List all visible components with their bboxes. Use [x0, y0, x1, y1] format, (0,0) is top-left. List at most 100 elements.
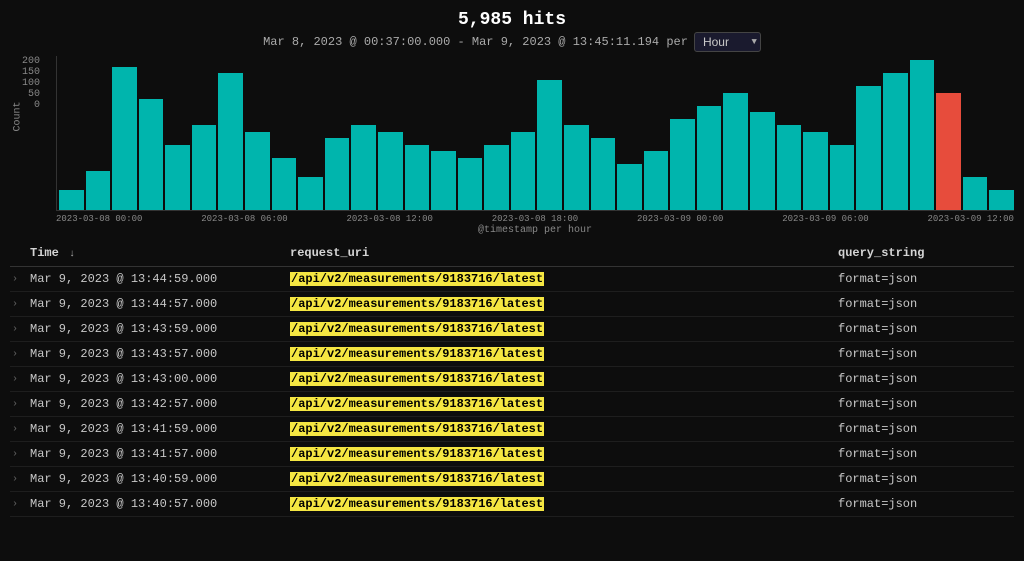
row-time: Mar 9, 2023 @ 13:42:57.000	[26, 395, 286, 413]
date-range-text: Mar 8, 2023 @ 00:37:00.000 - Mar 9, 2023…	[263, 35, 688, 49]
th-request-uri: request_uri	[286, 244, 834, 262]
table-row[interactable]: ›Mar 9, 2023 @ 13:40:59.000/api/v2/measu…	[10, 467, 1014, 492]
bar-1[interactable]	[86, 171, 111, 210]
table-body: ›Mar 9, 2023 @ 13:44:59.000/api/v2/measu…	[10, 267, 1014, 517]
bar-10[interactable]	[325, 138, 350, 210]
bar-30[interactable]	[856, 86, 881, 210]
row-uri: /api/v2/measurements/9183716/latest	[286, 445, 834, 463]
row-expand-icon[interactable]: ›	[10, 395, 26, 413]
bar-25[interactable]	[723, 93, 748, 210]
bar-35[interactable]	[989, 190, 1014, 210]
bar-12[interactable]	[378, 132, 403, 210]
bar-31[interactable]	[883, 73, 908, 210]
bar-33[interactable]	[936, 93, 961, 210]
y-label-150: 150	[22, 67, 40, 78]
bar-17[interactable]	[511, 132, 536, 210]
row-time: Mar 9, 2023 @ 13:41:57.000	[26, 445, 286, 463]
row-expand-icon[interactable]: ›	[10, 295, 26, 313]
bar-6[interactable]	[218, 73, 243, 210]
bar-15[interactable]	[458, 158, 483, 210]
bar-18[interactable]	[537, 80, 562, 210]
interval-select-wrapper[interactable]: Minute Hour Day Week Month	[694, 32, 761, 52]
bar-34[interactable]	[963, 177, 988, 210]
row-expand-icon[interactable]: ›	[10, 495, 26, 513]
row-expand-icon[interactable]: ›	[10, 320, 26, 338]
row-time: Mar 9, 2023 @ 13:40:59.000	[26, 470, 286, 488]
bar-3[interactable]	[139, 99, 164, 210]
y-label-0: 0	[34, 100, 40, 111]
row-expand-icon[interactable]: ›	[10, 420, 26, 438]
x-label-4: 2023-03-09 00:00	[637, 214, 723, 224]
row-query: format=json	[834, 320, 1014, 338]
uri-highlight: /api/v2/measurements/9183716/latest	[290, 397, 544, 411]
y-label-50: 50	[28, 89, 40, 100]
row-time: Mar 9, 2023 @ 13:41:59.000	[26, 420, 286, 438]
chart-inner: 2023-03-08 00:00 2023-03-08 06:00 2023-0…	[56, 56, 1014, 236]
bar-5[interactable]	[192, 125, 217, 210]
table-row[interactable]: ›Mar 9, 2023 @ 13:44:57.000/api/v2/measu…	[10, 292, 1014, 317]
x-label-1: 2023-03-08 06:00	[201, 214, 287, 224]
row-expand-icon[interactable]: ›	[10, 470, 26, 488]
row-time: Mar 9, 2023 @ 13:43:59.000	[26, 320, 286, 338]
bar-28[interactable]	[803, 132, 828, 210]
bar-14[interactable]	[431, 151, 456, 210]
row-query: format=json	[834, 445, 1014, 463]
bar-16[interactable]	[484, 145, 509, 210]
hits-count: 5,985 hits	[0, 10, 1024, 30]
header-section: 5,985 hits Mar 8, 2023 @ 00:37:00.000 - …	[0, 0, 1024, 56]
row-expand-icon[interactable]: ›	[10, 345, 26, 363]
row-query: format=json	[834, 420, 1014, 438]
row-uri: /api/v2/measurements/9183716/latest	[286, 495, 834, 513]
bar-11[interactable]	[351, 125, 376, 210]
bar-22[interactable]	[644, 151, 669, 210]
table-row[interactable]: ›Mar 9, 2023 @ 13:41:59.000/api/v2/measu…	[10, 417, 1014, 442]
bar-8[interactable]	[272, 158, 297, 210]
row-uri: /api/v2/measurements/9183716/latest	[286, 295, 834, 313]
row-uri: /api/v2/measurements/9183716/latest	[286, 270, 834, 288]
table-row[interactable]: ›Mar 9, 2023 @ 13:41:57.000/api/v2/measu…	[10, 442, 1014, 467]
uri-highlight: /api/v2/measurements/9183716/latest	[290, 297, 544, 311]
table-row[interactable]: ›Mar 9, 2023 @ 13:42:57.000/api/v2/measu…	[10, 392, 1014, 417]
bar-23[interactable]	[670, 119, 695, 210]
bar-9[interactable]	[298, 177, 323, 210]
row-expand-icon[interactable]: ›	[10, 445, 26, 463]
bars-container[interactable]	[56, 56, 1014, 211]
bar-29[interactable]	[830, 145, 855, 210]
row-query: format=json	[834, 395, 1014, 413]
table-row[interactable]: ›Mar 9, 2023 @ 13:40:57.000/api/v2/measu…	[10, 492, 1014, 517]
table-header: Time ↓ request_uri query_string	[10, 240, 1014, 267]
table-row[interactable]: ›Mar 9, 2023 @ 13:43:57.000/api/v2/measu…	[10, 342, 1014, 367]
bar-13[interactable]	[405, 145, 430, 210]
uri-highlight: /api/v2/measurements/9183716/latest	[290, 372, 544, 386]
th-query-string: query_string	[834, 244, 1014, 262]
bar-7[interactable]	[245, 132, 270, 210]
uri-highlight: /api/v2/measurements/9183716/latest	[290, 322, 544, 336]
bar-24[interactable]	[697, 106, 722, 210]
x-label-0: 2023-03-08 00:00	[56, 214, 142, 224]
bar-21[interactable]	[617, 164, 642, 210]
row-query: format=json	[834, 495, 1014, 513]
row-query: format=json	[834, 470, 1014, 488]
row-expand-icon[interactable]: ›	[10, 370, 26, 388]
th-time[interactable]: Time ↓	[26, 244, 286, 262]
bar-20[interactable]	[591, 138, 616, 210]
x-label-2: 2023-03-08 12:00	[347, 214, 433, 224]
interval-select[interactable]: Minute Hour Day Week Month	[694, 32, 761, 52]
bar-4[interactable]	[165, 145, 190, 210]
x-label-5: 2023-03-09 06:00	[782, 214, 868, 224]
bar-0[interactable]	[59, 190, 84, 210]
x-label-3: 2023-03-08 18:00	[492, 214, 578, 224]
table-row[interactable]: ›Mar 9, 2023 @ 13:44:59.000/api/v2/measu…	[10, 267, 1014, 292]
row-expand-icon[interactable]: ›	[10, 270, 26, 288]
table-section: Time ↓ request_uri query_string ›Mar 9, …	[0, 240, 1024, 517]
table-row[interactable]: ›Mar 9, 2023 @ 13:43:59.000/api/v2/measu…	[10, 317, 1014, 342]
bar-2[interactable]	[112, 67, 137, 210]
bar-32[interactable]	[910, 60, 935, 210]
date-range: Mar 8, 2023 @ 00:37:00.000 - Mar 9, 2023…	[0, 32, 1024, 52]
uri-highlight: /api/v2/measurements/9183716/latest	[290, 447, 544, 461]
bar-19[interactable]	[564, 125, 589, 210]
bar-27[interactable]	[777, 125, 802, 210]
row-query: format=json	[834, 345, 1014, 363]
bar-26[interactable]	[750, 112, 775, 210]
table-row[interactable]: ›Mar 9, 2023 @ 13:43:00.000/api/v2/measu…	[10, 367, 1014, 392]
